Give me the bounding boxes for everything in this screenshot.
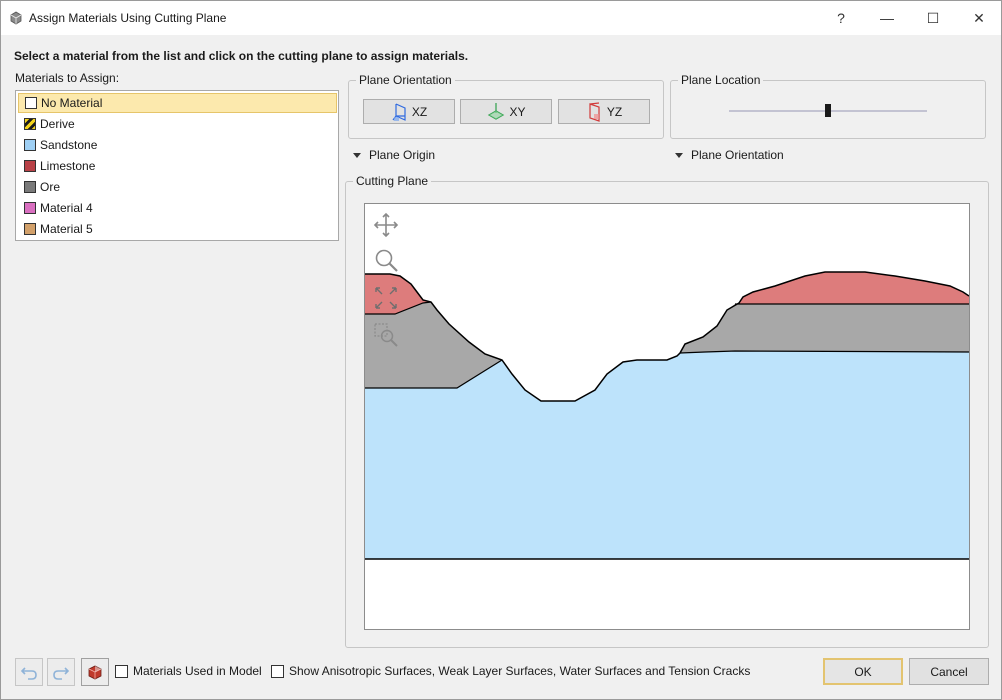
material-swatch [24, 160, 36, 172]
window-title: Assign Materials Using Cutting Plane [29, 11, 227, 25]
show-surfaces-label: Show Anisotropic Surfaces, Weak Layer Su… [289, 664, 751, 678]
materials-label: Materials to Assign: [15, 71, 120, 85]
expander-triangle-icon [675, 152, 683, 158]
cancel-button[interactable]: Cancel [909, 658, 989, 685]
material-item-material-5[interactable]: Material 5 [18, 219, 337, 239]
xz-plane-icon [392, 102, 406, 121]
material-item-ore[interactable]: Ore [18, 177, 337, 197]
plane-origin-label: Plane Origin [369, 148, 436, 162]
expander-triangle-icon [353, 152, 361, 158]
redo-icon [53, 667, 70, 680]
material-swatch [24, 181, 36, 193]
material-swatch [25, 97, 37, 109]
show-surfaces-checkbox[interactable] [271, 664, 284, 678]
material-item-limestone[interactable]: Limestone [18, 156, 337, 176]
material-item-derive[interactable]: Derive [18, 114, 337, 134]
zoom-window-icon[interactable] [373, 322, 399, 348]
xy-plane-icon [488, 102, 505, 120]
material-item-no-material[interactable]: No Material [18, 93, 337, 113]
gray-layer-right[interactable] [680, 304, 969, 353]
materials-used-label: Materials Used in Model [133, 664, 262, 678]
undo-icon [20, 667, 37, 680]
material-swatch [24, 139, 36, 151]
yz-plane-icon [589, 101, 600, 122]
instruction-text: Select a material from the list and clic… [14, 49, 469, 63]
zoom-icon[interactable] [373, 247, 399, 273]
app-icon [10, 11, 22, 25]
xy-button[interactable]: XY [460, 99, 552, 124]
material-label: No Material [41, 96, 103, 110]
help-button[interactable]: ? [818, 1, 864, 35]
material-label: Material 5 [40, 222, 93, 236]
yz-label: YZ [606, 104, 623, 119]
plane-origin-expander[interactable]: Plane Origin [353, 148, 435, 162]
material-swatch [24, 202, 36, 214]
yz-button[interactable]: YZ [558, 99, 650, 124]
pan-icon[interactable] [373, 212, 399, 238]
ok-button[interactable]: OK [823, 658, 903, 685]
plane-orientation-expander-label: Plane Orientation [691, 148, 784, 162]
show-surfaces-checkbox-row[interactable]: Show Anisotropic Surfaces, Weak Layer Su… [271, 664, 750, 678]
plane-orientation-title: Plane Orientation [356, 73, 455, 87]
material-item-sandstone[interactable]: Sandstone [18, 135, 337, 155]
materials-list: No Material Derive Sandstone Limestone O… [15, 90, 339, 241]
minimize-button[interactable]: — [864, 1, 910, 35]
xz-label: XZ [411, 104, 428, 119]
material-cube-icon [88, 665, 102, 680]
plane-location-thumb[interactable] [825, 104, 831, 117]
materials-used-checkbox-row[interactable]: Materials Used in Model [115, 664, 262, 678]
plane-location-title: Plane Location [678, 73, 764, 87]
xz-button[interactable]: XZ [363, 99, 455, 124]
close-button[interactable]: ✕ [956, 1, 1002, 35]
material-swatch [24, 223, 36, 235]
title-bar: Assign Materials Using Cutting Plane ? —… [1, 1, 1001, 35]
xy-label: XY [509, 104, 526, 119]
undo-button[interactable] [15, 658, 43, 686]
dialog-window: Assign Materials Using Cutting Plane ? —… [0, 0, 1002, 700]
material-label: Material 4 [40, 201, 93, 215]
plane-orientation-expander[interactable]: Plane Orientation [675, 148, 784, 162]
material-label: Sandstone [40, 138, 98, 152]
material-picker-button[interactable] [81, 658, 109, 686]
material-label: Limestone [40, 159, 96, 173]
material-label: Ore [40, 180, 61, 194]
redo-button[interactable] [47, 658, 75, 686]
cutting-plane-title: Cutting Plane [353, 174, 432, 188]
zoom-extents-icon[interactable] [373, 285, 399, 311]
cutting-plane-canvas[interactable] [364, 203, 970, 630]
maximize-button[interactable]: ☐ [910, 1, 956, 35]
material-label: Derive [40, 117, 75, 131]
materials-used-checkbox[interactable] [115, 664, 128, 678]
material-swatch [24, 118, 36, 130]
cross-section[interactable] [365, 204, 969, 629]
material-item-material-4[interactable]: Material 4 [18, 198, 337, 218]
